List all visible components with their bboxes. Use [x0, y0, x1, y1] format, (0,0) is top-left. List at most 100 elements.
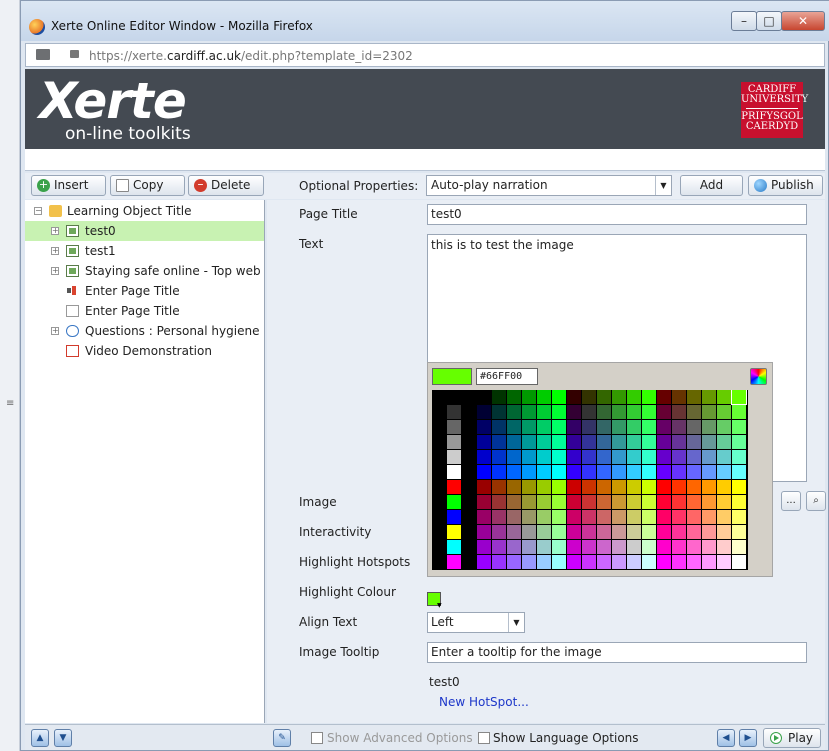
- color-swatch[interactable]: [447, 480, 461, 494]
- color-swatch[interactable]: [447, 540, 461, 554]
- color-swatch[interactable]: [567, 495, 581, 509]
- color-swatch[interactable]: [597, 420, 611, 434]
- tree-root[interactable]: − Learning Object Title: [25, 201, 264, 221]
- color-swatch[interactable]: [552, 465, 566, 479]
- color-swatch[interactable]: [552, 525, 566, 539]
- color-swatch[interactable]: [462, 435, 476, 449]
- color-swatch[interactable]: [732, 435, 746, 449]
- color-swatch[interactable]: [522, 465, 536, 479]
- color-swatch[interactable]: [657, 435, 671, 449]
- color-swatch[interactable]: [567, 555, 581, 569]
- color-swatch[interactable]: [582, 480, 596, 494]
- color-swatch[interactable]: [477, 405, 491, 419]
- color-swatch[interactable]: [612, 390, 626, 404]
- color-swatch[interactable]: [717, 480, 731, 494]
- maximize-button[interactable]: □: [756, 11, 782, 31]
- color-swatch[interactable]: [627, 525, 641, 539]
- color-swatch[interactable]: [657, 450, 671, 464]
- color-swatch[interactable]: [627, 450, 641, 464]
- color-swatch[interactable]: [717, 405, 731, 419]
- color-swatch[interactable]: [642, 480, 656, 494]
- color-swatch[interactable]: [462, 390, 476, 404]
- color-swatch[interactable]: [537, 525, 551, 539]
- color-swatch[interactable]: [537, 390, 551, 404]
- color-swatch[interactable]: [447, 405, 461, 419]
- color-swatch[interactable]: [582, 465, 596, 479]
- color-swatch[interactable]: [702, 480, 716, 494]
- color-swatch[interactable]: [492, 435, 506, 449]
- copy-button[interactable]: Copy: [110, 175, 185, 196]
- color-swatch[interactable]: [477, 390, 491, 404]
- color-swatch[interactable]: [507, 540, 521, 554]
- color-swatch[interactable]: [477, 465, 491, 479]
- color-swatch[interactable]: [552, 405, 566, 419]
- color-swatch[interactable]: [657, 495, 671, 509]
- color-swatch[interactable]: [657, 510, 671, 524]
- color-swatch[interactable]: [552, 510, 566, 524]
- color-swatch[interactable]: [582, 525, 596, 539]
- color-swatch[interactable]: [597, 540, 611, 554]
- color-swatch[interactable]: [702, 540, 716, 554]
- color-swatch[interactable]: [597, 480, 611, 494]
- color-swatch[interactable]: [552, 420, 566, 434]
- color-swatch[interactable]: [492, 480, 506, 494]
- color-swatch[interactable]: [447, 555, 461, 569]
- color-swatch[interactable]: [687, 495, 701, 509]
- color-swatch[interactable]: [447, 525, 461, 539]
- color-swatch[interactable]: [642, 390, 656, 404]
- color-swatch[interactable]: [522, 510, 536, 524]
- lock-icon[interactable]: [70, 50, 79, 58]
- color-swatch[interactable]: [597, 510, 611, 524]
- color-swatch[interactable]: [732, 450, 746, 464]
- url-bar[interactable]: https://xerte.cardiff.ac.uk/edit.php?tem…: [25, 43, 825, 67]
- previous-page-button[interactable]: ◀: [717, 729, 735, 747]
- color-swatch[interactable]: [702, 435, 716, 449]
- color-swatch[interactable]: [657, 555, 671, 569]
- color-swatch[interactable]: [582, 450, 596, 464]
- color-swatch[interactable]: [597, 525, 611, 539]
- move-up-button[interactable]: ▲: [31, 729, 49, 747]
- color-swatch[interactable]: [672, 540, 686, 554]
- delete-button[interactable]: – Delete: [188, 175, 264, 196]
- color-swatch[interactable]: [492, 465, 506, 479]
- color-swatch[interactable]: [462, 525, 476, 539]
- edit-pencil-icon[interactable]: ✎: [273, 729, 291, 747]
- color-swatch[interactable]: [507, 390, 521, 404]
- color-swatch[interactable]: [672, 420, 686, 434]
- expand-icon[interactable]: +: [51, 227, 59, 235]
- color-swatch[interactable]: [642, 405, 656, 419]
- color-swatch[interactable]: [582, 405, 596, 419]
- publish-button[interactable]: Publish: [748, 175, 823, 196]
- expand-icon[interactable]: +: [51, 327, 59, 335]
- color-swatch[interactable]: [627, 495, 641, 509]
- chevron-down-icon[interactable]: ▼: [655, 176, 671, 195]
- color-swatch[interactable]: [702, 390, 716, 404]
- color-swatch[interactable]: [717, 510, 731, 524]
- color-swatch[interactable]: [702, 525, 716, 539]
- color-swatch[interactable]: [672, 390, 686, 404]
- color-swatch[interactable]: [492, 495, 506, 509]
- color-swatch[interactable]: [732, 510, 746, 524]
- color-swatch[interactable]: [642, 465, 656, 479]
- color-swatch[interactable]: [462, 465, 476, 479]
- color-swatch[interactable]: [537, 555, 551, 569]
- color-swatch[interactable]: [717, 525, 731, 539]
- show-language-checkbox[interactable]: [478, 732, 490, 744]
- color-swatch[interactable]: [522, 435, 536, 449]
- optional-properties-select[interactable]: Auto-play narration ▼: [426, 175, 672, 196]
- color-swatch[interactable]: [522, 555, 536, 569]
- color-swatch[interactable]: [732, 525, 746, 539]
- color-swatch[interactable]: [717, 450, 731, 464]
- color-swatch[interactable]: [567, 510, 581, 524]
- color-swatch[interactable]: [507, 480, 521, 494]
- color-swatch[interactable]: [432, 390, 446, 404]
- color-swatch[interactable]: [582, 555, 596, 569]
- color-swatch[interactable]: [447, 420, 461, 434]
- color-swatch[interactable]: [567, 525, 581, 539]
- color-swatch[interactable]: [642, 420, 656, 434]
- color-swatch[interactable]: [612, 555, 626, 569]
- color-swatch[interactable]: [627, 480, 641, 494]
- color-swatch[interactable]: [732, 420, 746, 434]
- move-down-button[interactable]: ▼: [54, 729, 72, 747]
- color-swatch[interactable]: [597, 555, 611, 569]
